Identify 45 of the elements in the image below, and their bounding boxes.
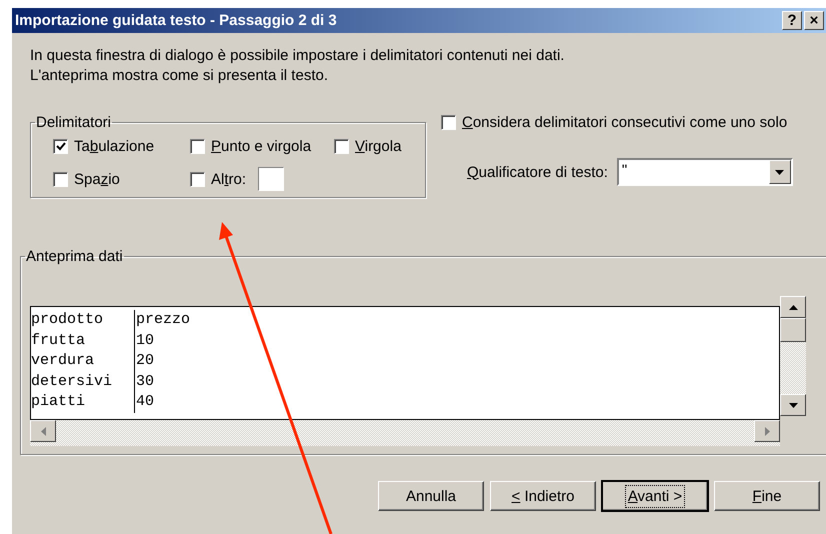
table-cell: prodotto — [31, 310, 135, 330]
dialog-button[interactable]: Fine — [714, 481, 820, 511]
horizontal-scrollbar[interactable] — [30, 420, 780, 446]
scroll-right-icon — [764, 426, 770, 436]
check-icon — [56, 142, 66, 151]
scroll-left-icon — [40, 426, 46, 436]
scroll-thumb[interactable] — [780, 318, 806, 342]
table-cell: verdura — [31, 351, 135, 372]
checkbox[interactable] — [53, 139, 68, 154]
qualifier-label: Qualificatore di testo: — [467, 164, 608, 180]
input-field[interactable] — [258, 167, 284, 191]
table-cell-text: 40 — [135, 392, 154, 412]
description-text: L'anteprima mostra come si presenta il testo. — [30, 66, 329, 86]
table-cell: piatti — [31, 392, 135, 412]
checkbox[interactable] — [190, 139, 205, 154]
dialog-button[interactable]: Avanti > — [602, 481, 708, 511]
checkbox-label: Considera delimitatori consecutivi come uno solo — [462, 114, 788, 131]
scroll-up-icon — [788, 304, 798, 310]
checkbox[interactable] — [53, 172, 68, 186]
dialog-button[interactable]: < Indietro — [490, 481, 596, 511]
close-button[interactable]: × — [804, 11, 824, 30]
dialog-button[interactable]: Annulla — [378, 481, 484, 511]
checkbox[interactable] — [334, 139, 349, 154]
checkbox-label: Virgola — [355, 138, 402, 155]
vertical-scrollbar[interactable] — [780, 296, 806, 416]
table-cell: detersivi — [31, 372, 135, 392]
group-legend: Delimitatori — [35, 114, 112, 131]
help-button[interactable]: ? — [782, 11, 802, 30]
dropdown-arrow-icon — [775, 170, 784, 174]
table-cell-text: prezzo — [135, 310, 190, 330]
checkbox-label: Altro: — [211, 170, 246, 188]
window-title: Importazione guidata testo - Passaggio 2 di 3 — [15, 12, 338, 29]
scroll-down-icon — [788, 402, 798, 408]
checkbox[interactable] — [441, 115, 456, 130]
description-text: In questa finestra di dialogo è possibile impostare i delimitatori contenuti nei dati. — [30, 46, 566, 66]
checkbox[interactable] — [190, 172, 205, 186]
table-cell-text: 10 — [135, 330, 154, 350]
group-legend: Anteprima dati — [25, 248, 124, 265]
table-cell-text: 30 — [135, 372, 154, 392]
table-cell: frutta — [31, 330, 135, 351]
qualifier-dropdown[interactable]: " — [616, 158, 793, 186]
checkbox-label: Tabulazione — [74, 138, 154, 155]
checkbox-label: Spazio — [74, 170, 120, 188]
table-cell-text: 20 — [135, 351, 154, 371]
checkbox-label: Punto e virgola — [211, 138, 312, 155]
